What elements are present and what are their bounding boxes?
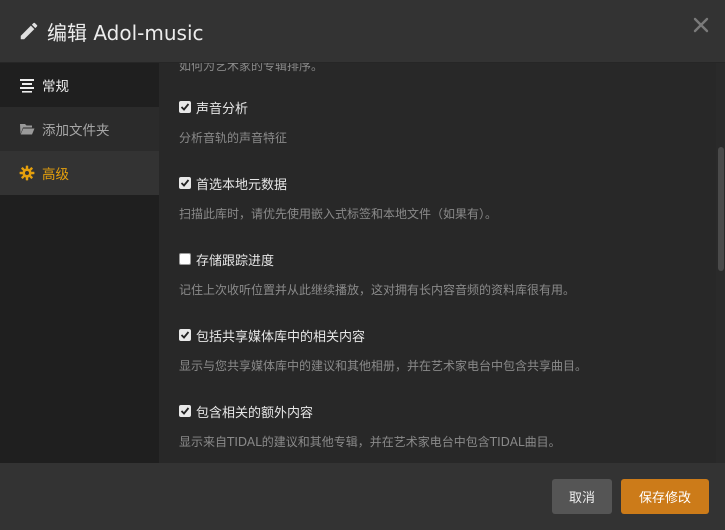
option-description: 记住上次收听位置并从此继续播放，这对拥有长内容音频的资料库很有用。 — [179, 283, 576, 297]
cancel-button[interactable]: 取消 — [552, 479, 612, 514]
sonic-analysis-checkbox[interactable] — [179, 101, 191, 113]
pencil-icon — [20, 22, 38, 40]
option-prefer-local-metadata: 首选本地元数据 扫描此库时，请优先使用嵌入式标签和本地文件（如果有）。 — [179, 174, 699, 222]
option-include-shared-content: 包括共享媒体库中的相关内容 显示与您共享媒体库中的建议和其他相册，并在艺术家电台… — [179, 326, 699, 374]
folder-open-icon — [20, 124, 35, 135]
option-description: 扫描此库时，请优先使用嵌入式标签和本地文件（如果有）。 — [179, 207, 498, 221]
option-include-extras: 包含相关的额外内容 显示来自TIDAL的建议和其他专辑，并在艺术家电台中包含TI… — [179, 402, 699, 450]
sidebar-item-label: 高级 — [42, 167, 69, 183]
store-track-progress-checkbox[interactable] — [179, 253, 191, 265]
sidebar-item-label: 添加文件夹 — [42, 123, 110, 139]
sidebar-item-advanced[interactable]: 高级 — [0, 151, 159, 195]
option-store-track-progress: 存储跟踪进度 记住上次收听位置并从此继续播放，这对拥有长内容音频的资料库很有用。 — [179, 250, 699, 298]
include-extras-checkbox[interactable] — [179, 405, 191, 417]
option-description: 显示来自TIDAL的建议和其他专辑，并在艺术家电台中包含TIDAL曲目。 — [179, 435, 561, 449]
sidebar-item-label: 常规 — [42, 79, 69, 95]
option-label: 包含相关的额外内容 — [196, 405, 314, 421]
advanced-settings-panel: 如何为艺术家的专辑排序。 声音分析 分析音轨的声音特征 首选本地元数据 扫描此库… — [159, 63, 725, 463]
checkmark-icon — [180, 331, 190, 339]
scrollbar-thumb[interactable] — [718, 147, 724, 271]
option-label: 存储跟踪进度 — [196, 253, 275, 269]
save-changes-button[interactable]: 保存修改 — [621, 479, 709, 514]
checkmark-icon — [180, 407, 190, 415]
option-description: 显示与您共享媒体库中的建议和其他相册，并在艺术家电台中包含共享曲目。 — [179, 359, 588, 373]
sidebar-item-general[interactable]: 常规 — [0, 63, 159, 107]
checkmark-icon — [180, 103, 190, 111]
option-label: 声音分析 — [196, 101, 249, 117]
align-center-icon — [20, 79, 34, 93]
dialog-header: 编辑 Adol-music — [0, 0, 725, 63]
sidebar-item-add-folder[interactable]: 添加文件夹 — [0, 107, 159, 151]
close-icon[interactable] — [693, 17, 709, 33]
option-label: 包括共享媒体库中的相关内容 — [196, 329, 366, 345]
content-scrollbar[interactable] — [716, 63, 725, 463]
option-sonic-analysis: 声音分析 分析音轨的声音特征 — [179, 98, 699, 146]
option-description: 分析音轨的声音特征 — [179, 131, 288, 145]
option-label: 首选本地元数据 — [196, 177, 288, 193]
gear-icon — [19, 165, 35, 181]
prefer-local-metadata-checkbox[interactable] — [179, 177, 191, 189]
settings-sidebar: 常规 添加文件夹 高级 — [0, 63, 159, 463]
dialog-footer: 取消 保存修改 — [0, 463, 725, 530]
option-description: 如何为艺术家的专辑排序。 — [179, 63, 324, 73]
dialog-title: 编辑 Adol-music — [47, 21, 204, 45]
include-shared-content-checkbox[interactable] — [179, 329, 191, 341]
checkmark-icon — [180, 179, 190, 187]
